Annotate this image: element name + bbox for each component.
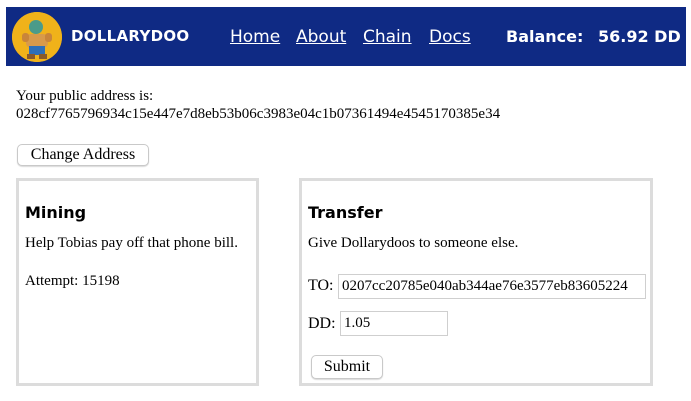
transfer-title: Transfer (308, 203, 383, 222)
public-address: 028cf7765796934c15e447e7d8eb53b06c3983e0… (16, 106, 501, 122)
address-label: Your public address is: (16, 88, 154, 104)
nav-home-link[interactable]: Home (230, 27, 280, 47)
mining-title: Mining (25, 203, 87, 222)
balance-value: 56.92 DD (598, 27, 681, 46)
submit-button[interactable]: Submit (311, 355, 383, 379)
to-address-input[interactable] (338, 274, 646, 299)
to-label: TO: (308, 277, 334, 294)
nav-chain-link[interactable]: Chain (363, 27, 412, 47)
mining-attempt: Attempt: 15198 (25, 273, 120, 289)
mascot-logo-icon (12, 12, 62, 62)
nav-docs-link[interactable]: Docs (429, 27, 471, 47)
transfer-description: Give Dollarydoos to someone else. (308, 235, 519, 251)
dd-label: DD: (308, 315, 336, 332)
mining-description: Help Tobias pay off that phone bill. (25, 235, 238, 251)
brand-name: DOLLARYDOO (71, 27, 190, 45)
mining-panel: Mining Help Tobias pay off that phone bi… (16, 178, 259, 386)
top-navbar: DOLLARYDOO Home About Chain Docs Balance… (6, 7, 686, 66)
balance-label: Balance: (506, 27, 584, 46)
transfer-panel: Transfer Give Dollarydoos to someone els… (299, 178, 653, 386)
dd-amount-input[interactable] (340, 311, 448, 336)
change-address-button[interactable]: Change Address (17, 144, 149, 166)
nav-about-link[interactable]: About (296, 27, 346, 47)
